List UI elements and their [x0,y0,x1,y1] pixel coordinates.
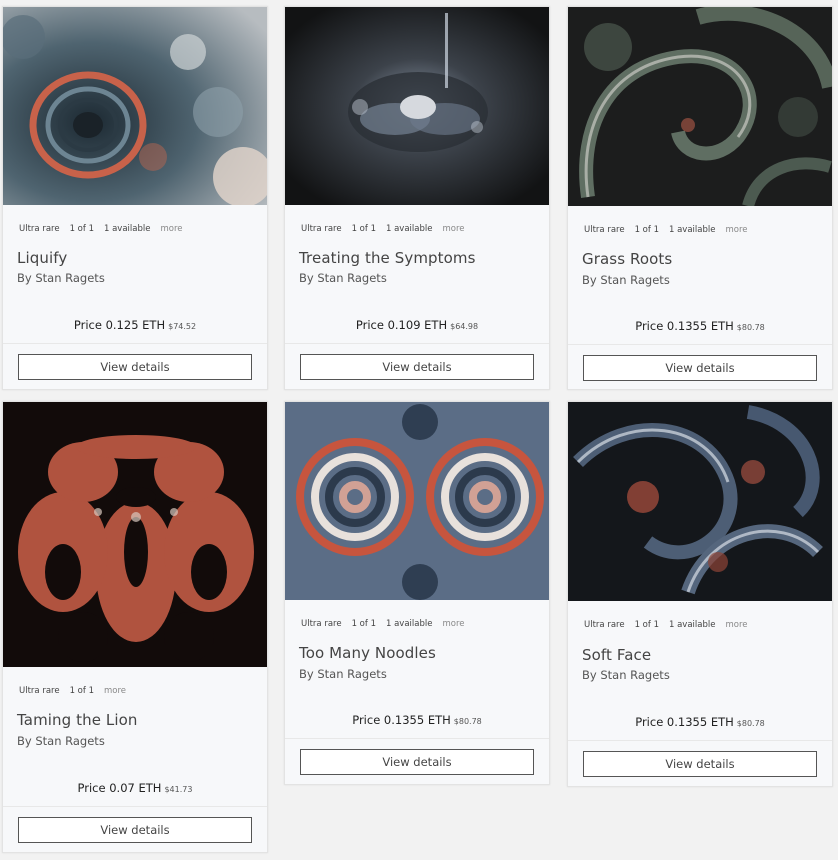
card-tags: Ultra rare 1 of 1 1 available more [584,620,822,630]
price-usd: $41.73 [164,785,193,794]
edition-tag: 1 of 1 [69,224,94,234]
artwork-title[interactable]: Taming the Lion [17,711,138,729]
price-usd: $80.78 [453,717,482,726]
more-link[interactable]: more [442,224,464,234]
availability-tag: 1 available [385,619,433,629]
artwork-title[interactable]: Liquify [17,249,67,267]
artist-name[interactable]: By Stan Ragets [299,271,387,285]
price-eth: Price 0.1355 ETH [635,319,734,333]
nft-card-grass-roots[interactable]: Ultra rare 1 of 1 1 available more Grass… [567,6,833,390]
artwork-title[interactable]: Soft Face [582,646,651,664]
rarity-tag: Ultra rare [19,224,60,234]
artwork-image[interactable] [568,7,832,206]
rarity-tag: Ultra rare [301,619,342,629]
artwork-image[interactable] [285,402,549,600]
more-link[interactable]: more [725,620,747,630]
artwork-title[interactable]: Treating the Symptoms [299,249,476,267]
card-tags: Ultra rare 1 of 1 1 available more [19,224,257,234]
divider [285,343,549,344]
rarity-tag: Ultra rare [19,686,60,696]
price-usd: $64.98 [450,322,479,331]
rarity-tag: Ultra rare [584,620,625,630]
card-tags: Ultra rare 1 of 1 1 available more [584,225,822,235]
more-link[interactable]: more [725,225,747,235]
artist-name[interactable]: By Stan Ragets [299,667,387,681]
artwork-image[interactable] [3,402,267,667]
edition-tag: 1 of 1 [634,225,659,235]
price: Price 0.07 ETH $41.73 [3,781,267,795]
availability-tag: 1 available [668,620,716,630]
card-tags: Ultra rare 1 of 1 more [19,686,257,696]
price: Price 0.1355 ETH $80.78 [568,319,832,333]
price: Price 0.109 ETH $64.98 [285,318,549,332]
nft-card-too-many-noodles[interactable]: Ultra rare 1 of 1 1 available more Too M… [284,401,550,785]
price-eth: Price 0.1355 ETH [352,713,451,727]
view-details-button[interactable]: View details [583,751,817,777]
nft-card-taming-the-lion[interactable]: Ultra rare 1 of 1 more Taming the Lion B… [2,401,268,853]
edition-tag: 1 of 1 [634,620,659,630]
price-usd: $80.78 [736,323,765,332]
more-link[interactable]: more [104,686,126,696]
availability-tag: 1 available [103,224,151,234]
price-eth: Price 0.125 ETH [73,318,166,332]
card-tags: Ultra rare 1 of 1 1 available more [301,619,539,629]
rarity-tag: Ultra rare [584,225,625,235]
artwork-image[interactable] [3,7,267,205]
divider [285,738,549,739]
card-tags: Ultra rare 1 of 1 1 available more [301,224,539,234]
artwork-title[interactable]: Grass Roots [582,250,672,268]
rarity-tag: Ultra rare [301,224,342,234]
price-eth: Price 0.109 ETH [355,318,448,332]
artist-name[interactable]: By Stan Ragets [17,734,105,748]
divider [568,740,832,741]
price: Price 0.1355 ETH $80.78 [568,715,832,729]
divider [3,806,267,807]
price-usd: $74.52 [168,322,197,331]
view-details-button[interactable]: View details [18,354,252,380]
price-usd: $80.78 [736,719,765,728]
artist-name[interactable]: By Stan Ragets [17,271,105,285]
more-link[interactable]: more [442,619,464,629]
view-details-button[interactable]: View details [300,354,534,380]
nft-card-treating-the-symptoms[interactable]: Ultra rare 1 of 1 1 available more Treat… [284,6,550,390]
artist-name[interactable]: By Stan Ragets [582,668,670,682]
nft-card-soft-face[interactable]: Ultra rare 1 of 1 1 available more Soft … [567,401,833,787]
availability-tag: 1 available [668,225,716,235]
artwork-title[interactable]: Too Many Noodles [299,644,436,662]
artwork-image[interactable] [285,7,549,205]
edition-tag: 1 of 1 [351,224,376,234]
more-link[interactable]: more [160,224,182,234]
edition-tag: 1 of 1 [69,686,94,696]
divider [3,343,267,344]
view-details-button[interactable]: View details [300,749,534,775]
price: Price 0.1355 ETH $80.78 [285,713,549,727]
price-eth: Price 0.1355 ETH [635,715,734,729]
view-details-button[interactable]: View details [583,355,817,381]
artwork-image[interactable] [568,402,832,601]
nft-card-liquify[interactable]: Ultra rare 1 of 1 1 available more Liqui… [2,6,268,390]
price: Price 0.125 ETH $74.52 [3,318,267,332]
divider [568,344,832,345]
artist-name[interactable]: By Stan Ragets [582,273,670,287]
availability-tag: 1 available [385,224,433,234]
view-details-button[interactable]: View details [18,817,252,843]
edition-tag: 1 of 1 [351,619,376,629]
price-eth: Price 0.07 ETH [77,781,162,795]
